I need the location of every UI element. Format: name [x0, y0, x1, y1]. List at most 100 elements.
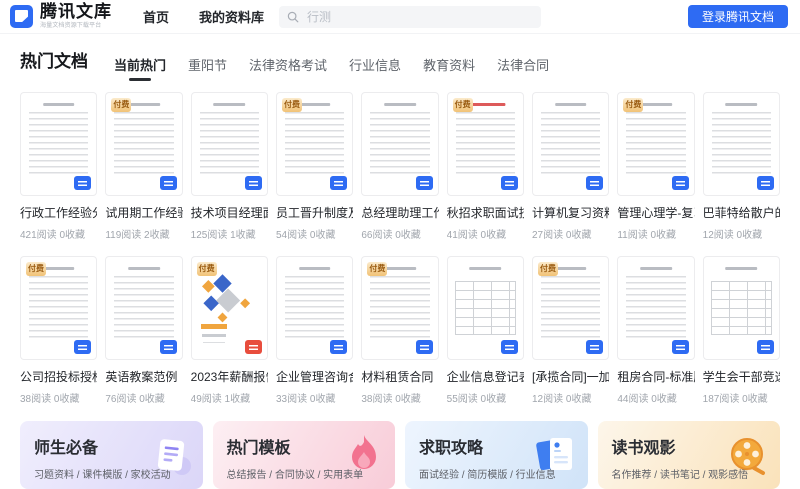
document-title: 管理心理学-复习... — [617, 206, 694, 220]
paid-badge: 付费 — [367, 262, 388, 276]
document-card[interactable]: 巴菲特给散户的9... 12阅读 0收藏 — [702, 92, 780, 241]
document-stats: 119阅读 2收藏 — [105, 230, 170, 241]
thumb-title-line — [384, 103, 416, 106]
search-icon — [287, 11, 299, 22]
document-grid: 行政工作经验分... 421阅读 0收藏 付费 试用期工作经验... 119阅读… — [0, 81, 800, 405]
document-title: 技术项目经理面... — [190, 206, 268, 220]
banner-reading-movies[interactable]: 读书观影 名作推荐 / 读书笔记 / 观影感悟 — [597, 421, 780, 489]
notes-icon — [157, 439, 191, 475]
category-tab[interactable]: 法律资格考试 — [249, 55, 327, 81]
file-type-icon — [757, 176, 774, 190]
login-button[interactable]: 登录腾讯文档 — [687, 5, 788, 28]
file-type-icon — [74, 176, 92, 190]
file-type-icon — [501, 340, 518, 354]
category-tabs: 当前热门 重阳节 法律资格考试 行业信息 教育资料 法律合同 — [114, 52, 549, 81]
document-card[interactable]: 企业信息登记表 55阅读 0收藏 — [446, 256, 524, 405]
document-thumbnail: 付费 — [105, 92, 183, 196]
document-thumbnail — [276, 256, 354, 360]
thumb-text-lines — [711, 112, 771, 175]
document-title: 计算机复习资料 — [532, 206, 610, 220]
document-stats: 44阅读 0收藏 — [617, 394, 677, 405]
paid-badge: 付费 — [26, 262, 46, 276]
search-input[interactable] — [305, 8, 534, 25]
document-card[interactable]: 付费 2023年薪酬报告... 49阅读 1收藏 — [190, 256, 268, 405]
document-card[interactable]: 英语教案范例 76阅读 0收藏 — [105, 256, 183, 405]
document-stats: 421阅读 0收藏 — [20, 230, 86, 241]
document-stats: 33阅读 0收藏 — [276, 394, 336, 405]
banner-job-hunting[interactable]: 求职攻略 面试经验 / 简历模版 / 行业信息 — [405, 421, 588, 489]
document-card[interactable]: 付费 材料租赁合同 38阅读 0收藏 — [361, 256, 439, 405]
section-title: 热门文档 — [20, 52, 88, 71]
file-type-icon — [671, 340, 689, 354]
category-tab[interactable]: 教育资料 — [423, 55, 475, 81]
file-type-icon — [586, 340, 604, 354]
document-title: [承揽合同]一加... — [532, 370, 610, 384]
document-stats: 49阅读 1收藏 — [190, 394, 251, 405]
search-bar[interactable] — [279, 5, 542, 28]
document-card[interactable]: 技术项目经理面... 125阅读 1收藏 — [190, 92, 268, 241]
document-card[interactable]: 总经理助理工作... 66阅读 0收藏 — [361, 92, 439, 241]
category-tab[interactable]: 法律合同 — [497, 55, 549, 81]
paid-badge: 付费 — [538, 262, 558, 276]
document-title: 总经理助理工作... — [361, 206, 438, 220]
thumb-text-lines — [541, 112, 601, 175]
logo[interactable]: 腾讯文库 海量文档资源下载平台 — [10, 3, 130, 31]
document-thumbnail — [105, 256, 183, 360]
document-stats: 66阅读 0收藏 — [361, 230, 421, 241]
thumb-title-line — [298, 267, 331, 270]
document-title: 公司招投标授权... — [20, 370, 97, 384]
document-card[interactable]: 付费 员工晋升制度及... 54阅读 0收藏 — [276, 92, 354, 241]
thumb-text-lines — [29, 276, 89, 339]
document-title: 企业管理咨询合同 — [276, 370, 353, 384]
thumb-text-lines — [370, 112, 430, 175]
thumb-text-lines — [285, 276, 345, 339]
category-tab[interactable]: 行业信息 — [349, 55, 401, 81]
document-title: 企业信息登记表 — [446, 370, 524, 384]
file-type-icon — [330, 176, 348, 190]
thumb-text-lines — [541, 276, 601, 339]
document-stats: 11阅读 0收藏 — [617, 230, 677, 241]
thumb-title-line — [384, 267, 416, 270]
document-card[interactable]: 付费 试用期工作经验... 119阅读 2收藏 — [105, 92, 183, 241]
thumb-text-lines — [454, 281, 516, 335]
file-type-icon — [245, 176, 262, 190]
document-stats: 12阅读 0收藏 — [532, 394, 592, 405]
document-card[interactable]: 付费 秋招求职面试技巧 41阅读 0收藏 — [446, 92, 524, 241]
document-thumbnail — [20, 92, 98, 196]
document-card[interactable]: 行政工作经验分... 421阅读 0收藏 — [20, 92, 98, 241]
document-card[interactable]: 计算机复习资料 27阅读 0收藏 — [532, 92, 610, 241]
thumb-title-line — [640, 103, 672, 106]
promo-banners: 师生必备 习题资料 / 课件模版 / 家校活动 热门模板 总结报告 / 合同协议… — [0, 405, 800, 489]
document-thumbnail — [532, 92, 610, 196]
document-title: 行政工作经验分... — [20, 206, 97, 220]
file-type-icon — [586, 176, 604, 190]
document-card[interactable]: 付费 [承揽合同]一加... 12阅读 0收藏 — [532, 256, 610, 405]
nav-item-home[interactable]: 首页 — [143, 7, 169, 26]
thumb-title-line — [469, 267, 502, 270]
file-type-icon — [415, 176, 433, 190]
category-tab[interactable]: 重阳节 — [188, 55, 227, 81]
hot-docs-header: 热门文档 当前热门 重阳节 法律资格考试 行业信息 教育资料 法律合同 — [0, 34, 800, 81]
nav-item-my-library[interactable]: 我的资料库 — [199, 7, 264, 26]
thumb-title-line — [128, 267, 160, 270]
document-thumbnail: 付费 — [20, 256, 98, 360]
document-stats: 55阅读 0收藏 — [446, 394, 507, 405]
category-tab[interactable]: 当前热门 — [114, 55, 166, 81]
document-card[interactable]: 付费 管理心理学-复习... 11阅读 0收藏 — [617, 92, 695, 241]
document-title: 2023年薪酬报告... — [190, 370, 268, 384]
document-stats: 125阅读 1收藏 — [190, 230, 256, 241]
tencent-docs-logo-icon — [10, 5, 33, 28]
thumb-title-line — [42, 103, 75, 106]
document-card[interactable]: 学生会干部竞选... 187阅读 0收藏 — [702, 256, 780, 405]
file-type-icon — [415, 340, 433, 354]
file-type-icon — [757, 340, 774, 354]
banner-hot-templates[interactable]: 热门模板 总结报告 / 合同协议 / 实用表单 — [212, 421, 395, 489]
document-card[interactable]: 企业管理咨询合同 33阅读 0收藏 — [276, 256, 354, 405]
document-title: 英语教案范例 — [105, 370, 178, 384]
document-card[interactable]: 租房合同-标准版 44阅读 0收藏 — [617, 256, 695, 405]
thumb-title-line — [554, 267, 587, 270]
banner-teacher-student[interactable]: 师生必备 习题资料 / 课件模版 / 家校活动 — [20, 421, 203, 489]
logo-tagline: 海量文档资源下载平台 — [40, 20, 102, 28]
document-stats: 187阅读 0收藏 — [702, 394, 768, 405]
document-card[interactable]: 付费 公司招投标授权... 38阅读 0收藏 — [20, 256, 98, 405]
